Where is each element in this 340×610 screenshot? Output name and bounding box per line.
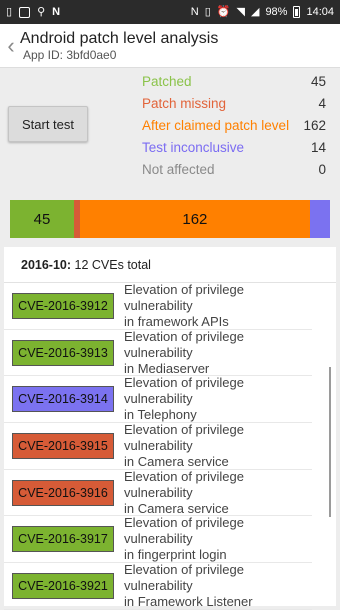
summary-panel: Start test Patched 45 Patch missing 4 After …: [0, 68, 340, 184]
scrollbar[interactable]: [329, 367, 331, 517]
list-item[interactable]: CVE-2016-3916 Elevation of privilege vuln…: [4, 470, 312, 517]
app-bar: ‹ Android patch level analysis App ID: 3…: [0, 24, 340, 68]
nfc-icon: N: [191, 7, 199, 18]
stats-table: Patched 45 Patch missing 4 After claimed pat…: [142, 70, 326, 180]
vibrate-icon: ▯: [205, 7, 211, 18]
cve-description-line1: Elevation of privilege vulnerability: [124, 375, 312, 407]
cve-description: Elevation of privilege vulnerabilityin f…: [124, 515, 312, 563]
wifi-icon: ◥: [237, 7, 245, 18]
start-test-button[interactable]: Start test: [8, 106, 88, 142]
month-header: 2016-10: 12 CVEs total: [4, 247, 336, 283]
stat-label: Patched: [142, 74, 192, 89]
stat-label: Patch missing: [142, 96, 226, 111]
stat-label: Test inconclusive: [142, 140, 244, 155]
stat-label: Not affected: [142, 162, 215, 177]
stat-value: 45: [311, 74, 326, 89]
cve-description-line1: Elevation of privilege vulnerability: [124, 422, 312, 454]
stat-row: Patch missing 4: [142, 92, 326, 114]
stat-row: Not affected 0: [142, 158, 326, 180]
app-id: App ID: 3bfd0ae0: [23, 48, 218, 62]
bar-segment: 45: [10, 200, 74, 238]
cve-description-line1: Elevation of privilege vulnerability: [124, 469, 312, 501]
cve-description-line1: Elevation of privilege vulnerability: [124, 329, 312, 361]
usb-icon: ⚲: [37, 7, 45, 18]
cve-description-line2: in fingerprint login: [124, 547, 312, 563]
list-item[interactable]: CVE-2016-3921 Elevation of privilege vuln…: [4, 563, 312, 610]
cve-badge: CVE-2016-3912: [12, 293, 114, 319]
phone-icon: ▯: [6, 7, 12, 18]
list-item[interactable]: CVE-2016-3917 Elevation of privilege vuln…: [4, 516, 312, 563]
cve-description-line2: in framework APIs: [124, 314, 312, 330]
cve-badge: CVE-2016-3921: [12, 573, 114, 599]
alarm-icon: ⏰: [217, 7, 231, 18]
cve-list[interactable]: 2016-10: 12 CVEs total CVE-2016-3912 Elev…: [4, 247, 336, 606]
status-bar: ▯ ⚲ N N ▯ ⏰ ◥ ◢ 98% 14:04: [0, 0, 340, 24]
stat-label: After claimed patch level: [142, 118, 289, 133]
cve-description-line2: in Mediaserver: [124, 361, 312, 377]
cve-description: Elevation of privilege vulnerabilityin T…: [124, 375, 312, 423]
list-item[interactable]: CVE-2016-3913 Elevation of privilege vuln…: [4, 330, 312, 377]
month-label: 2016-10:: [21, 258, 71, 272]
cve-description: Elevation of privilege vulnerabilityin f…: [124, 282, 312, 330]
n-icon: N: [52, 7, 60, 18]
image-icon: [19, 7, 30, 18]
list-item[interactable]: CVE-2016-3914 Elevation of privilege vuln…: [4, 376, 312, 423]
stat-value: 162: [303, 118, 326, 133]
cve-description-line1: Elevation of privilege vulnerability: [124, 562, 312, 594]
cve-badge: CVE-2016-3916: [12, 480, 114, 506]
cve-description-line2: in Framework Listener: [124, 594, 312, 610]
signal-icon: ◢: [251, 7, 259, 18]
stat-value: 4: [318, 96, 326, 111]
back-arrow-icon[interactable]: ‹: [4, 35, 18, 57]
cve-badge: CVE-2016-3915: [12, 433, 114, 459]
cve-description-line1: Elevation of privilege vulnerability: [124, 515, 312, 547]
bar-segment: 162: [80, 200, 310, 238]
stat-row: Patched 45: [142, 70, 326, 92]
bar-segment: [310, 200, 330, 238]
list-item[interactable]: CVE-2016-3912 Elevation of privilege vuln…: [4, 283, 312, 330]
cve-badge: CVE-2016-3917: [12, 526, 114, 552]
stat-value: 14: [311, 140, 326, 155]
list-item[interactable]: CVE-2016-3915 Elevation of privilege vuln…: [4, 423, 312, 470]
cve-description-line1: Elevation of privilege vulnerability: [124, 282, 312, 314]
cve-badge: CVE-2016-3913: [12, 340, 114, 366]
stat-value: 0: [318, 162, 326, 177]
cve-description-line2: in Camera service: [124, 454, 312, 470]
stat-row: Test inconclusive 14: [142, 136, 326, 158]
battery-icon: [293, 6, 300, 18]
cve-description-line2: in Telephony: [124, 407, 312, 423]
cve-description: Elevation of privilege vulnerabilityin M…: [124, 329, 312, 377]
cve-description: Elevation of privilege vulnerabilityin F…: [124, 562, 312, 610]
cve-description: Elevation of privilege vulnerabilityin C…: [124, 469, 312, 517]
cve-description-line2: in Camera service: [124, 501, 312, 517]
cve-description: Elevation of privilege vulnerabilityin C…: [124, 422, 312, 470]
clock: 14:04: [306, 6, 334, 18]
month-total: 12 CVEs total: [75, 258, 151, 272]
cve-badge: CVE-2016-3914: [12, 386, 114, 412]
patch-level-bar: 45162: [10, 200, 330, 238]
stat-row: After claimed patch level 162: [142, 114, 326, 136]
battery-percent: 98%: [265, 6, 287, 18]
page-title: Android patch level analysis: [20, 29, 218, 48]
